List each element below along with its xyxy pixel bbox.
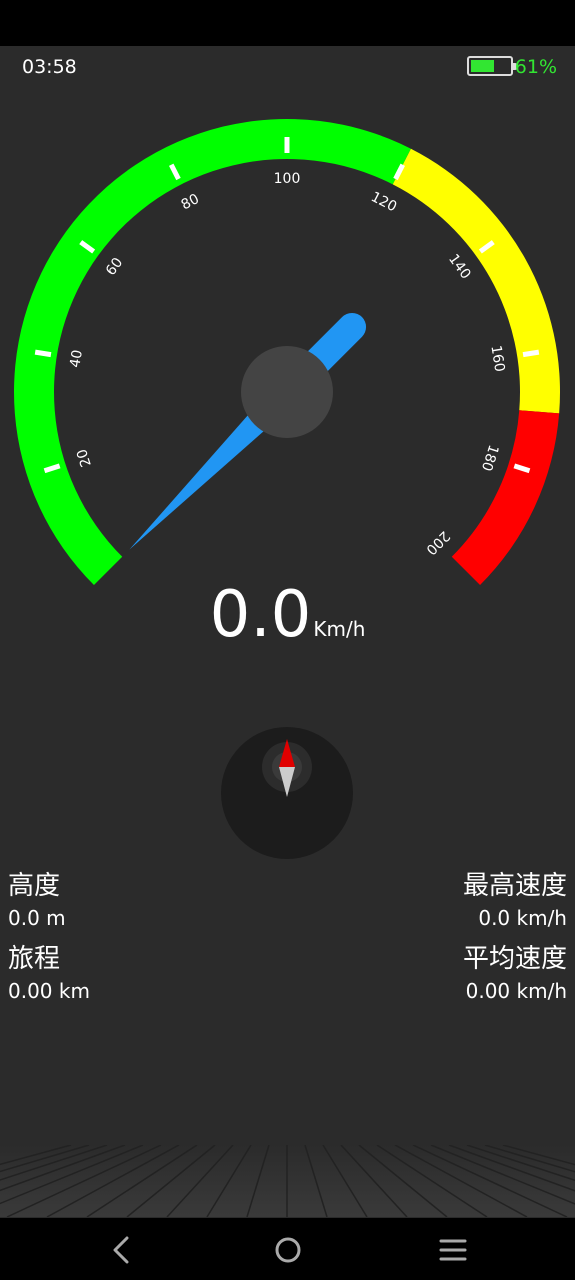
max-speed-stat: 最高速度 0.0 km/h [463,870,567,932]
top-black-bar [0,0,575,46]
gauge-tick-label: 200 [423,528,453,558]
trip-stat: 旅程 0.00 km [8,943,90,1005]
gauge-tick-label: 160 [487,344,507,373]
avg-speed-value: 0.00 km/h [465,979,567,1003]
clock: 03:58 [22,56,77,78]
gauge-tick-label: 80 [179,191,202,213]
max-speed-value: 0.0 km/h [478,906,567,930]
compass [221,727,353,859]
gauge-tick-label: 140 [445,251,474,282]
max-speed-label: 最高速度 [462,871,567,901]
speedometer-gauge: 20 40 60 80 100 120 140 160 180 200 [14,118,560,586]
avg-speed-stat: 平均速度 0.00 km/h [463,943,567,1005]
gauge-tick-label: 100 [274,171,301,187]
status-bar: 03:58 61% [0,46,575,90]
menu-icon[interactable] [433,1230,473,1270]
home-icon[interactable] [268,1230,308,1270]
navigation-bar [0,1218,575,1280]
altitude-value: 0.0 m [8,906,66,930]
battery-level [471,60,495,72]
gauge-tick-label: 60 [103,255,126,279]
battery-percent: 61% [514,56,557,78]
gauge-zone-2 [451,410,560,586]
altitude-stat: 高度 0.0 m [8,870,66,932]
trip-value: 0.00 km [8,979,90,1003]
gauge-tick [34,349,52,358]
speed-unit: Km/h [313,617,366,641]
speed-readout: 0.0 Km/h [0,578,575,652]
gauge-zone-1 [392,148,560,414]
avg-speed-label: 平均速度 [462,944,567,974]
altitude-label: 高度 [8,871,61,901]
floor-grid-decoration [0,1145,575,1217]
gauge-tick-label: 40 [67,349,86,369]
trip-label: 旅程 [8,944,61,974]
gauge-tick-label: 180 [478,443,501,473]
battery-icon [467,56,517,76]
gauge-tick-label: 120 [368,189,399,215]
back-icon[interactable] [102,1230,142,1270]
gauge-tick [522,349,540,358]
gauge-tick-label: 20 [74,447,95,469]
gauge-hub [241,346,333,438]
speed-value: 0.0 [209,578,312,652]
